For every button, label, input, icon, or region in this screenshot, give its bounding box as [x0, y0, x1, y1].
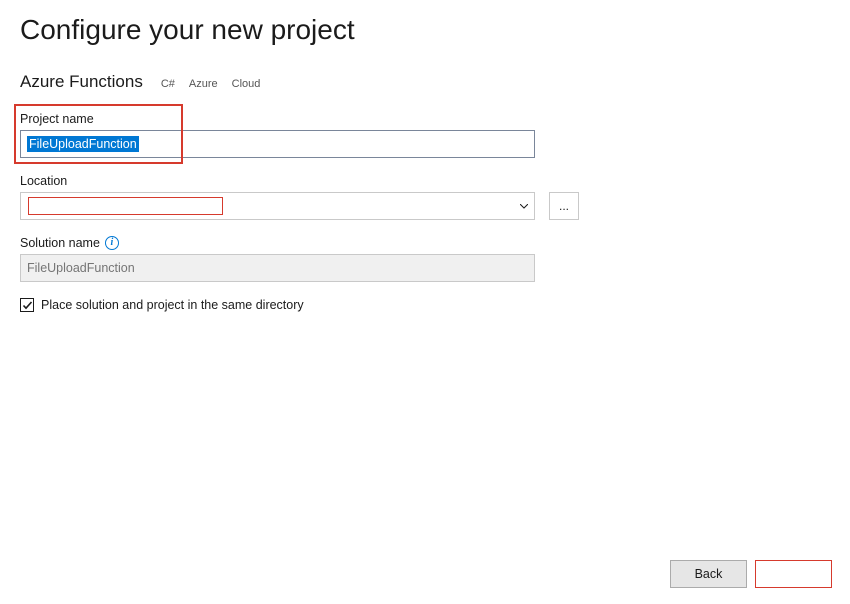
- project-type-row: Azure Functions C# Azure Cloud: [20, 72, 830, 92]
- project-type-label: Azure Functions: [20, 72, 143, 92]
- next-button-highlight[interactable]: [755, 560, 832, 588]
- footer-buttons: Back: [670, 560, 832, 588]
- tag-cloud: Cloud: [232, 78, 261, 90]
- back-button[interactable]: Back: [670, 560, 747, 588]
- same-directory-label: Place solution and project in the same d…: [41, 298, 304, 312]
- solution-name-label-text: Solution name: [20, 236, 100, 250]
- location-group: Location ...: [20, 174, 830, 220]
- browse-button[interactable]: ...: [549, 192, 579, 220]
- location-label: Location: [20, 174, 830, 188]
- dropdown-arrow-icon: [520, 204, 528, 209]
- location-combo[interactable]: [20, 192, 535, 220]
- info-icon[interactable]: i: [105, 236, 119, 250]
- tag-csharp: C#: [161, 78, 175, 90]
- solution-name-group: Solution name i: [20, 236, 830, 282]
- same-directory-checkbox[interactable]: [20, 298, 34, 312]
- tag-azure: Azure: [189, 78, 218, 90]
- project-name-label: Project name: [20, 112, 830, 126]
- page-title: Configure your new project: [20, 14, 830, 46]
- location-redaction: [28, 197, 223, 215]
- solution-name-input: [20, 254, 535, 282]
- same-directory-row[interactable]: Place solution and project in the same d…: [20, 298, 830, 312]
- project-tags: C# Azure Cloud: [161, 78, 261, 90]
- project-name-input[interactable]: [20, 130, 535, 158]
- project-name-group: Project name FileUploadFunction: [20, 112, 830, 158]
- solution-name-label: Solution name i: [20, 236, 830, 250]
